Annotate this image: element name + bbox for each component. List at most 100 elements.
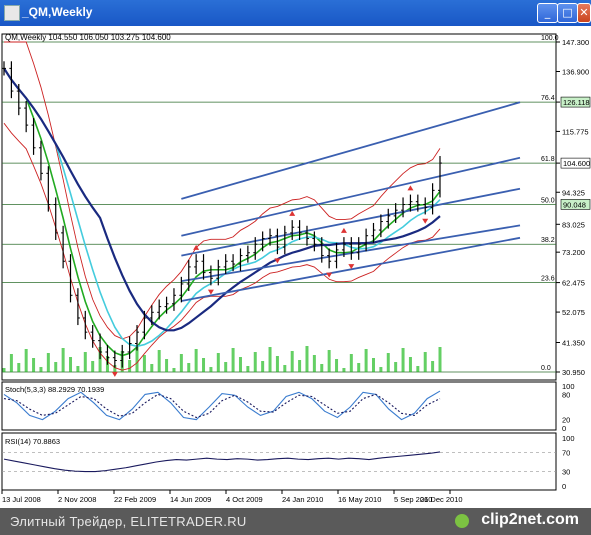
window-titlebar: _QM,Weekly _ □ ✕ [0, 0, 591, 26]
price-chart[interactable]: QM,Weekly 104.550 106.050 103.275 104.60… [0, 26, 591, 508]
volume-bar [216, 353, 220, 372]
rsi-label: RSI(14) 70.8863 [5, 437, 60, 446]
footer-bar: Элитный Трейдер, ELITETRADER.RU clip2net… [0, 508, 591, 535]
volume-bar [172, 368, 176, 372]
fib-level-label: 50.0 [541, 198, 555, 205]
volume-bar [54, 362, 58, 372]
fib-level-label: 38.2 [541, 237, 555, 244]
window-title: _QM,Weekly [22, 5, 93, 19]
maximize-button[interactable]: □ [557, 3, 578, 23]
volume-bar [46, 353, 50, 372]
volume-bar [335, 359, 339, 372]
price-axis-label: 30.950 [562, 368, 585, 377]
volume-bar [275, 356, 279, 372]
volume-bar [408, 357, 412, 372]
rsi-level-label: 0 [562, 482, 566, 491]
volume-bar [91, 361, 95, 372]
stochastic-level-label: 80 [562, 390, 570, 399]
volume-bar [187, 363, 191, 372]
date-axis-label: 4 Oct 2009 [226, 495, 263, 504]
price-axis-label: 147.300 [562, 38, 589, 47]
volume-bar [357, 363, 361, 372]
volume-bar [305, 346, 309, 372]
volume-bar [386, 353, 390, 372]
stochastic-level-label: 0 [562, 424, 566, 433]
volume-bar [142, 355, 146, 372]
volume-bar [261, 361, 265, 372]
chart-window-icon [4, 5, 20, 21]
footer-source-text: Элитный Трейдер, ELITETRADER.RU [10, 514, 247, 529]
volume-bar [327, 350, 331, 372]
volume-bar [423, 352, 427, 372]
clip2net-logo-icon [455, 514, 469, 528]
stochastic-label: Stoch(5,3,3) 88.2929 70.1939 [5, 385, 104, 394]
close-button[interactable]: ✕ [577, 3, 591, 23]
volume-bar [231, 348, 235, 372]
fib-level-label: 23.6 [541, 276, 555, 283]
date-axis-label: 24 Jan 2010 [282, 495, 323, 504]
rsi-level-label: 70 [562, 448, 570, 457]
volume-bar [179, 354, 183, 372]
volume-bar [312, 355, 316, 372]
price-axis-label: 136.900 [562, 67, 589, 76]
footer-brand: clip2net.com [481, 511, 579, 528]
price-axis-label: 115.775 [562, 127, 589, 136]
volume-bar [290, 351, 294, 372]
volume-bar [150, 364, 154, 372]
volume-bar [298, 360, 302, 372]
volume-bar [61, 348, 65, 372]
price-axis-label: 73.200 [562, 248, 585, 257]
volume-bar [394, 362, 398, 372]
volume-bar [194, 349, 198, 372]
rsi-level-label: 30 [562, 468, 570, 477]
volume-bar [268, 347, 272, 372]
fib-level-label: 61.8 [541, 156, 555, 163]
volume-bar [438, 347, 442, 372]
volume-bar [39, 367, 43, 372]
volume-bar [371, 358, 375, 372]
volume-bar [349, 354, 353, 372]
volume-bar [83, 352, 87, 372]
volume-bar [401, 348, 405, 372]
volume-bar [157, 350, 161, 372]
volume-bar [283, 365, 287, 372]
date-axis-label: 2 Nov 2008 [58, 495, 96, 504]
volume-bar [128, 360, 132, 372]
volume-bar [364, 349, 368, 372]
price-axis-label: 41.350 [562, 339, 585, 348]
volume-bar [209, 367, 213, 372]
volume-bar [9, 354, 13, 372]
volume-bar [320, 364, 324, 372]
volume-bar [165, 359, 169, 372]
volume-bar [379, 367, 383, 372]
date-axis-label: 26 Dec 2010 [420, 495, 463, 504]
price-highlight-label: 104.600 [563, 159, 590, 168]
volume-bar [24, 349, 28, 372]
chart-area[interactable]: QM,Weekly 104.550 106.050 103.275 104.60… [0, 26, 591, 508]
volume-bar [253, 352, 257, 372]
fib-level-label: 76.4 [541, 95, 555, 102]
fib-level-label: 100.0 [541, 35, 559, 42]
date-axis-label: 14 Jun 2009 [170, 495, 211, 504]
price-axis-label: 83.025 [562, 220, 585, 229]
price-axis-label: 62.475 [562, 279, 585, 288]
volume-bar [32, 358, 36, 372]
date-axis-label: 16 May 2010 [338, 495, 381, 504]
price-highlight-label: 90.048 [563, 200, 586, 209]
price-highlight-label: 126.118 [563, 98, 590, 107]
volume-bar [202, 358, 206, 372]
volume-bar [76, 366, 80, 372]
volume-bar [69, 357, 73, 372]
symbol-header: QM,Weekly 104.550 106.050 103.275 104.60… [5, 33, 171, 42]
minimize-button[interactable]: _ [537, 3, 558, 23]
price-axis-label: 52.075 [562, 308, 585, 317]
volume-bar [17, 363, 21, 372]
volume-bar [431, 361, 435, 372]
price-axis-label: 94.325 [562, 188, 585, 197]
volume-bar [2, 368, 6, 372]
volume-bar [246, 366, 250, 372]
date-axis-label: 22 Feb 2009 [114, 495, 156, 504]
date-axis-label: 13 Jul 2008 [2, 495, 41, 504]
volume-bar [224, 362, 228, 372]
fib-level-label: 0.0 [541, 365, 551, 372]
